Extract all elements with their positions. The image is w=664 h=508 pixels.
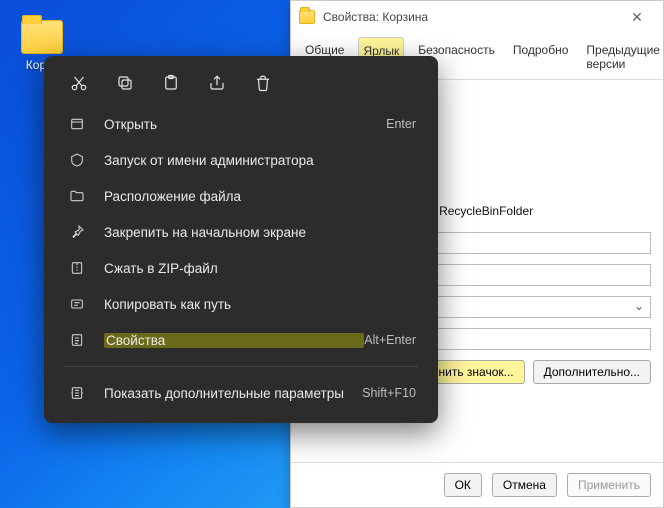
context-item-shortcut: Shift+F10 [362,386,416,400]
context-item-label: Открыть [104,117,386,132]
cut-icon[interactable] [68,72,90,94]
context-item-shortcut: Enter [386,117,416,131]
context-item-zip[interactable]: Сжать в ZIP-файл [44,250,438,286]
context-item-props[interactable]: СвойстваAlt+Enter [44,322,438,358]
context-separator [64,366,418,367]
window-title: Свойства: Корзина [323,10,619,24]
context-item-label: Свойства [104,333,364,348]
context-item-label: Сжать в ZIP-файл [104,261,416,276]
context-item-folder[interactable]: Расположение файла [44,178,438,214]
context-item-label: Копировать как путь [104,297,416,312]
context-item-open[interactable]: ОткрытьEnter [44,106,438,142]
admin-icon [66,152,88,168]
context-item-label: Расположение файла [104,189,416,204]
tab-previous[interactable]: Предыдущие версии [582,37,664,79]
props-icon [66,332,88,348]
zip-icon [66,260,88,276]
cancel-button[interactable]: Отмена [492,473,557,497]
context-item-path[interactable]: Копировать как путь [44,286,438,322]
titlebar[interactable]: Свойства: Корзина ✕ [291,1,663,33]
context-item-pin[interactable]: Закрепить на начальном экране [44,214,438,250]
path-icon [66,296,88,312]
folder-icon [21,20,63,54]
context-menu: ОткрытьEnter Запуск от имени администрато… [44,56,438,423]
ok-button[interactable]: ОК [444,473,482,497]
context-item-label: Запуск от имени администратора [104,153,416,168]
more-icon [66,385,88,401]
delete-icon[interactable] [252,72,274,94]
context-item-more[interactable]: Показать дополнительные параметрыShift+F… [44,375,438,411]
paste-icon[interactable] [160,72,182,94]
advanced-button[interactable]: Дополнительно... [533,360,651,384]
pin-icon [66,224,88,240]
window-icon [299,10,315,24]
tab-details[interactable]: Подробно [509,37,573,79]
folder-icon [66,188,88,204]
share-icon[interactable] [206,72,228,94]
close-button[interactable]: ✕ [619,1,655,33]
context-item-admin[interactable]: Запуск от имени администратора [44,142,438,178]
context-item-label: Показать дополнительные параметры [104,386,362,401]
apply-button[interactable]: Применить [567,473,651,497]
open-icon [66,116,88,132]
context-icon-row [44,66,438,106]
context-item-shortcut: Alt+Enter [364,333,416,347]
context-item-label: Закрепить на начальном экране [104,225,416,240]
dialog-footer: ОК Отмена Применить [291,462,663,507]
copy-icon[interactable] [114,72,136,94]
